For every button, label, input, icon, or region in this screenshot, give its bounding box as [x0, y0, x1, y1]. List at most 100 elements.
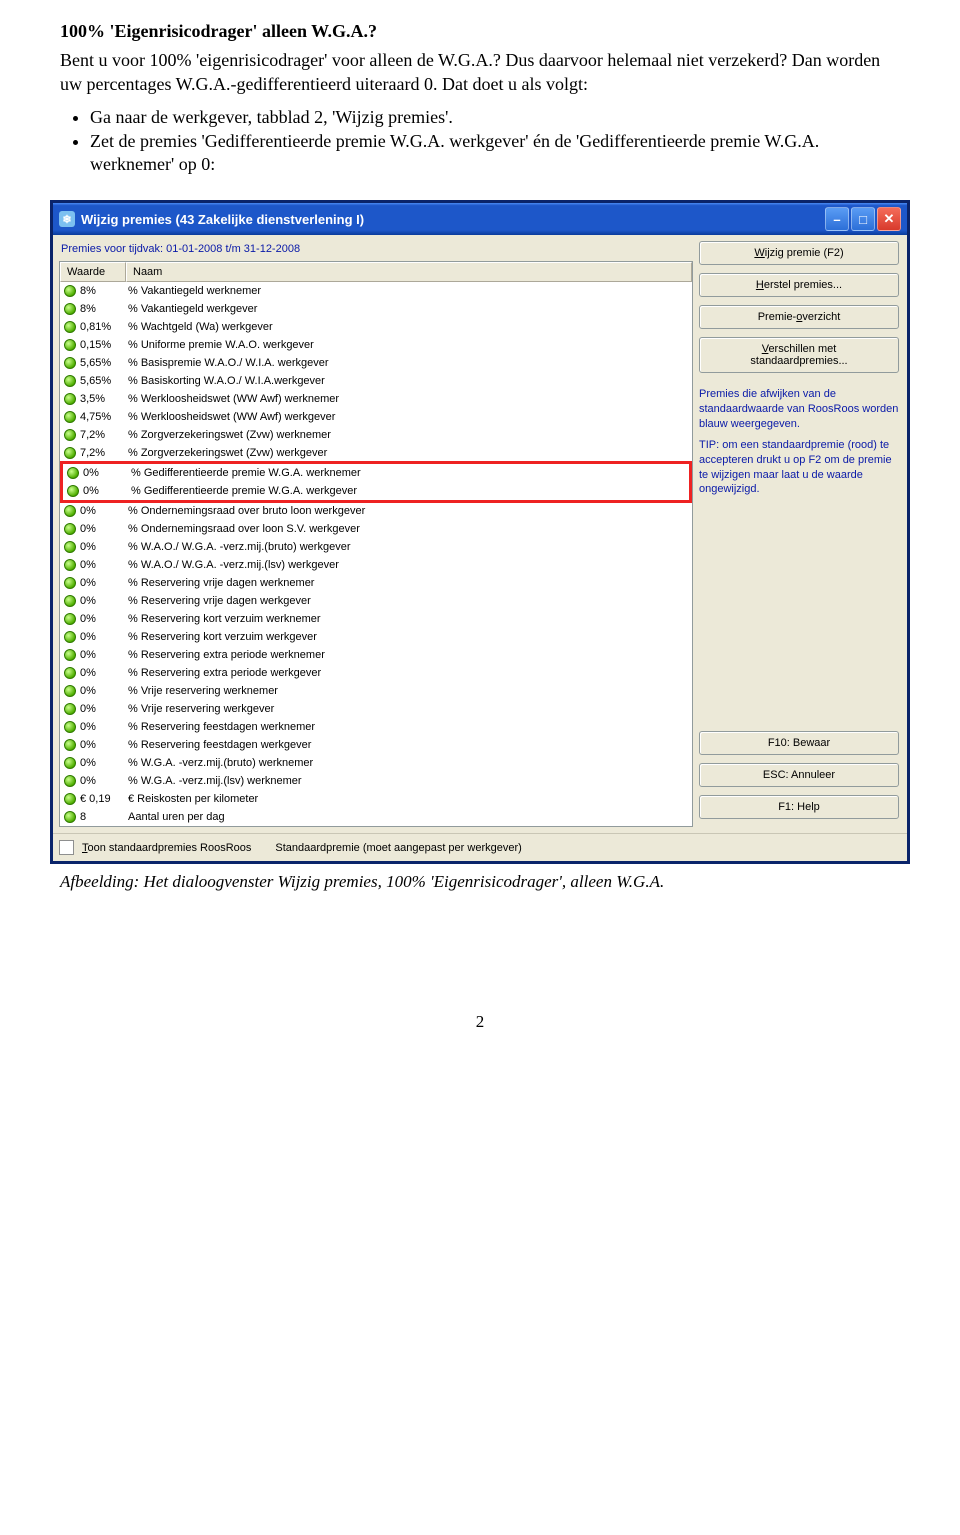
- status-dot-icon: [64, 393, 76, 405]
- row-name: % Vrije reservering werknemer: [128, 685, 690, 697]
- window-title: Wijzig premies (43 Zakelijke dienstverle…: [81, 212, 823, 227]
- table-row[interactable]: 8%% Vakantiegeld werkgever: [60, 300, 692, 318]
- table-row[interactable]: 8Aantal uren per dag: [60, 808, 692, 826]
- row-value: 0%: [80, 685, 128, 697]
- row-name: % Reservering feestdagen werkgever: [128, 739, 690, 751]
- table-row[interactable]: 0%% Reservering feestdagen werkgever: [60, 736, 692, 754]
- table-row[interactable]: 0%% Reservering kort verzuim werkgever: [60, 628, 692, 646]
- row-name: % Reservering vrije dagen werknemer: [128, 577, 690, 589]
- row-value: 0%: [80, 523, 128, 535]
- row-name: € Reiskosten per kilometer: [128, 793, 690, 805]
- table-row[interactable]: 0%% Vrije reservering werkgever: [60, 700, 692, 718]
- doc-bullet: Zet de premies 'Gedifferentieerde premie…: [90, 130, 900, 177]
- row-name: % Vrije reservering werkgever: [128, 703, 690, 715]
- table-row[interactable]: 0%% Reservering extra periode werkgever: [60, 664, 692, 682]
- table-row[interactable]: 4,75%% Werkloosheidswet (WW Awf) werkgev…: [60, 408, 692, 426]
- table-row[interactable]: 0%% Reservering feestdagen werknemer: [60, 718, 692, 736]
- row-name: % Werkloosheidswet (WW Awf) werknemer: [128, 393, 690, 405]
- status-dot-icon: [64, 649, 76, 661]
- table-row[interactable]: 0%% Reservering vrije dagen werkgever: [60, 592, 692, 610]
- table-row[interactable]: 0%% W.A.O./ W.G.A. -verz.mij.(lsv) werkg…: [60, 556, 692, 574]
- table-row[interactable]: 0%% Gedifferentieerde premie W.G.A. werk…: [63, 464, 689, 482]
- column-header-waarde[interactable]: Waarde: [60, 262, 126, 282]
- status-dot-icon: [64, 757, 76, 769]
- status-dot-icon: [64, 321, 76, 333]
- table-row[interactable]: 0%% Reservering kort verzuim werknemer: [60, 610, 692, 628]
- table-row[interactable]: 0%% W.A.O./ W.G.A. -verz.mij.(bruto) wer…: [60, 538, 692, 556]
- table-row[interactable]: 3,5%% Werkloosheidswet (WW Awf) werkneme…: [60, 390, 692, 408]
- row-value: 0%: [80, 541, 128, 553]
- help-button[interactable]: F1: Help: [699, 795, 899, 819]
- status-dot-icon: [64, 303, 76, 315]
- status-dot-icon: [64, 559, 76, 571]
- titlebar[interactable]: ❄ Wijzig premies (43 Zakelijke dienstver…: [53, 203, 907, 235]
- table-row[interactable]: € 0,19€ Reiskosten per kilometer: [60, 790, 692, 808]
- table-row[interactable]: 0%% W.G.A. -verz.mij.(lsv) werknemer: [60, 772, 692, 790]
- figure-caption: Afbeelding: Het dialoogvenster Wijzig pr…: [60, 872, 900, 892]
- status-dot-icon: [64, 285, 76, 297]
- row-name: % Gedifferentieerde premie W.G.A. werkge…: [131, 485, 687, 497]
- minimize-button[interactable]: –: [825, 207, 849, 231]
- wijzig-premie-button[interactable]: Wijzig premie (F2): [699, 241, 899, 265]
- column-header-naam[interactable]: Naam: [126, 262, 692, 282]
- status-dot-icon: [64, 667, 76, 679]
- status-dot-icon: [64, 447, 76, 459]
- herstel-premies-button[interactable]: Herstel premies...: [699, 273, 899, 297]
- status-dot-icon: [64, 541, 76, 553]
- row-name: % Ondernemingsraad over bruto loon werkg…: [128, 505, 690, 517]
- status-dot-icon: [64, 811, 76, 823]
- checkbox-label: Toon standaardpremies RoosRoos: [82, 842, 251, 854]
- row-name: % Reservering kort verzuim werknemer: [128, 613, 690, 625]
- row-value: 0%: [80, 595, 128, 607]
- row-name: % Reservering extra periode werkgever: [128, 667, 690, 679]
- table-row[interactable]: 7,2%% Zorgverzekeringswet (Zvw) werkgeve…: [60, 444, 692, 462]
- table-row[interactable]: 0%% Reservering extra periode werknemer: [60, 646, 692, 664]
- table-row[interactable]: 0%% Gedifferentieerde premie W.G.A. werk…: [63, 482, 689, 500]
- row-name: % Basispremie W.A.O./ W.I.A. werkgever: [128, 357, 690, 369]
- row-value: 0%: [80, 613, 128, 625]
- row-name: % W.G.A. -verz.mij.(lsv) werknemer: [128, 775, 690, 787]
- table-row[interactable]: 0%% Ondernemingsraad over loon S.V. werk…: [60, 520, 692, 538]
- table-row[interactable]: 0,81%% Wachtgeld (Wa) werkgever: [60, 318, 692, 336]
- row-name: % Gedifferentieerde premie W.G.A. werkne…: [131, 467, 687, 479]
- table-row[interactable]: 0%% W.G.A. -verz.mij.(bruto) werknemer: [60, 754, 692, 772]
- maximize-button[interactable]: □: [851, 207, 875, 231]
- bewaar-button[interactable]: F10: Bewaar: [699, 731, 899, 755]
- doc-heading: 100% 'Eigenrisicodrager' alleen W.G.A.?: [60, 20, 900, 43]
- table-row[interactable]: 0%% Reservering vrije dagen werknemer: [60, 574, 692, 592]
- row-name: % Vakantiegeld werknemer: [128, 285, 690, 297]
- status-dot-icon: [64, 739, 76, 751]
- dialog-window: ❄ Wijzig premies (43 Zakelijke dienstver…: [50, 200, 910, 864]
- toon-standaardpremies-checkbox[interactable]: [59, 840, 74, 855]
- table-row[interactable]: 0,15%% Uniforme premie W.A.O. werkgever: [60, 336, 692, 354]
- row-name: % Zorgverzekeringswet (Zvw) werknemer: [128, 429, 690, 441]
- row-value: 5,65%: [80, 375, 128, 387]
- row-value: 0%: [80, 649, 128, 661]
- table-row[interactable]: 7,2%% Zorgverzekeringswet (Zvw) werkneme…: [60, 426, 692, 444]
- row-name: % W.G.A. -verz.mij.(bruto) werknemer: [128, 757, 690, 769]
- table-row[interactable]: 8%% Vakantiegeld werknemer: [60, 282, 692, 300]
- close-button[interactable]: ✕: [877, 207, 901, 231]
- tip-text: TIP: om een standaardpremie (rood) te ac…: [699, 438, 899, 497]
- premie-grid[interactable]: Waarde Naam 8%% Vakantiegeld werknemer8%…: [59, 261, 693, 827]
- table-row[interactable]: 5,65%% Basiskorting W.A.O./ W.I.A.werkge…: [60, 372, 692, 390]
- status-dot-icon: [67, 467, 79, 479]
- row-value: 0%: [80, 739, 128, 751]
- row-name: % Zorgverzekeringswet (Zvw) werkgever: [128, 447, 690, 459]
- status-dot-icon: [64, 375, 76, 387]
- status-dot-icon: [64, 595, 76, 607]
- row-value: 0%: [83, 467, 131, 479]
- verschillen-button[interactable]: Verschillen metstandaardpremies...: [699, 337, 899, 373]
- status-dot-icon: [64, 775, 76, 787]
- annuleer-button[interactable]: ESC: Annuleer: [699, 763, 899, 787]
- table-row[interactable]: 0%% Ondernemingsraad over bruto loon wer…: [60, 502, 692, 520]
- status-dot-icon: [64, 703, 76, 715]
- status-dot-icon: [64, 721, 76, 733]
- table-row[interactable]: 0%% Vrije reservering werknemer: [60, 682, 692, 700]
- premie-overzicht-button[interactable]: Premie-overzicht: [699, 305, 899, 329]
- row-name: % Uniforme premie W.A.O. werkgever: [128, 339, 690, 351]
- row-value: 4,75%: [80, 411, 128, 423]
- status-dot-icon: [64, 577, 76, 589]
- row-value: 0%: [80, 631, 128, 643]
- table-row[interactable]: 5,65%% Basispremie W.A.O./ W.I.A. werkge…: [60, 354, 692, 372]
